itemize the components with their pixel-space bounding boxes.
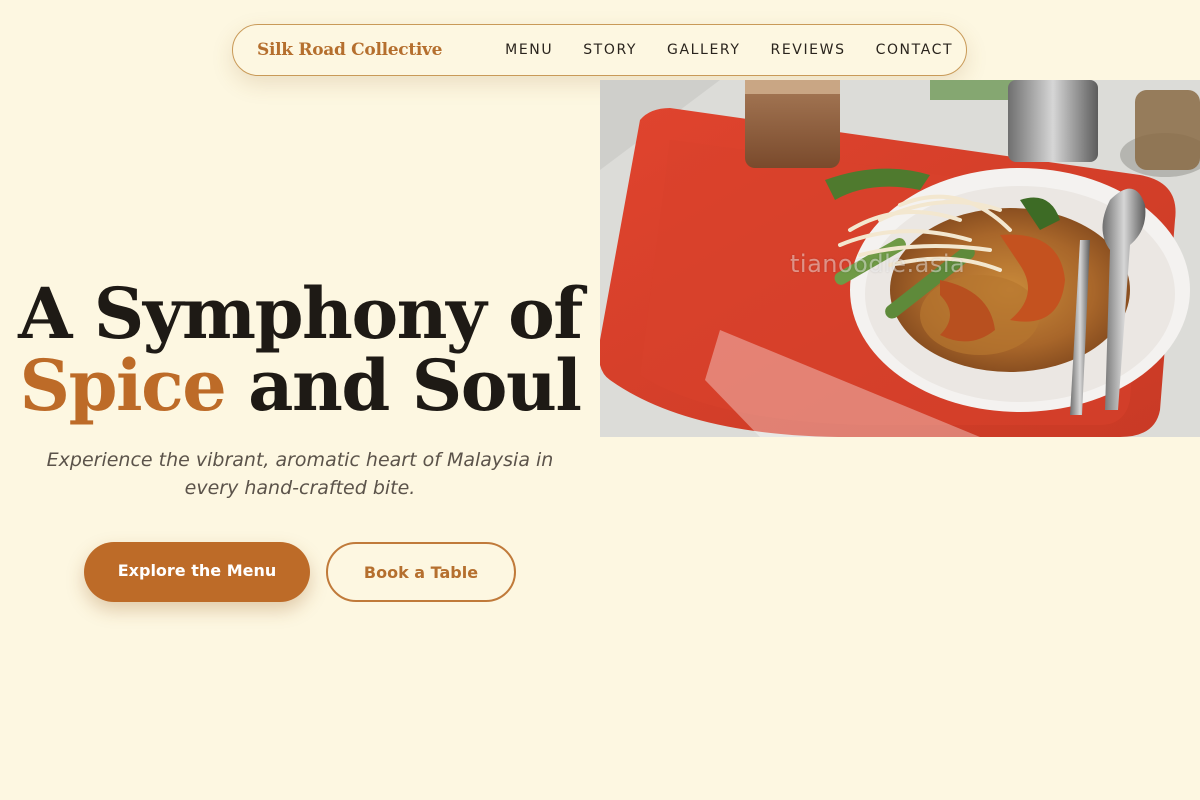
nav-link-reviews[interactable]: REVIEWS	[756, 42, 861, 58]
nav-link-story[interactable]: STORY	[568, 42, 652, 58]
hero-subtitle: Experience the vibrant, aromatic heart o…	[46, 449, 554, 499]
nav-links: MENU STORY GALLERY REVIEWS CONTACT	[490, 42, 968, 58]
hero-title-accent: Spice	[19, 344, 227, 427]
image-watermark: tianoodle.asia	[790, 250, 966, 278]
hero-title-line-2: Spice and Soul	[0, 350, 600, 422]
nav-link-contact[interactable]: CONTACT	[861, 42, 969, 58]
brand-logo[interactable]: Silk Road Collective	[233, 40, 442, 60]
hero-title: A Symphony of Spice and Soul	[0, 278, 600, 422]
explore-menu-button[interactable]: Explore the Menu	[84, 542, 310, 602]
nav-link-menu[interactable]: MENU	[490, 42, 568, 58]
book-table-button[interactable]: Book a Table	[326, 542, 516, 602]
nav-link-gallery[interactable]: GALLERY	[652, 42, 755, 58]
hero-food-image: tianoodle.asia	[600, 80, 1200, 437]
hero-title-rest: and Soul	[225, 344, 582, 427]
main-nav: Silk Road Collective MENU STORY GALLERY …	[232, 24, 967, 76]
hero-title-line-1: A Symphony of	[18, 272, 583, 355]
